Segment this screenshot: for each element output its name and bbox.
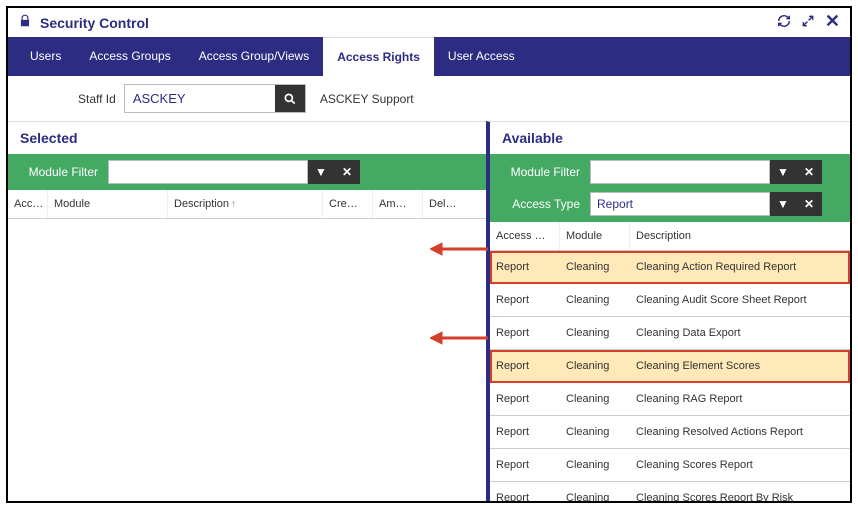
selected-filter-dropdown-button[interactable]: ▼ <box>308 160 334 184</box>
table-cell: Cleaning Data Export <box>630 317 850 349</box>
tab-users[interactable]: Users <box>16 37 75 76</box>
table-row[interactable]: ReportCleaningCleaning Scores Report <box>490 449 850 482</box>
selected-col-header[interactable]: Am… <box>373 190 423 218</box>
tab-user-access[interactable]: User Access <box>434 37 529 76</box>
table-cell: Cleaning Audit Score Sheet Report <box>630 284 850 316</box>
lock-icon <box>18 14 32 31</box>
staff-search-button[interactable] <box>275 85 305 112</box>
available-col-header[interactable]: Description <box>630 222 850 250</box>
selected-table-body <box>8 219 486 503</box>
selected-module-filter-input[interactable] <box>108 160 308 184</box>
table-cell: Report <box>490 383 560 415</box>
table-cell: Report <box>490 416 560 448</box>
available-table-header: Access …ModuleDescription <box>490 222 850 251</box>
table-cell: Report <box>490 251 560 283</box>
access-type-clear-button[interactable]: ✕ <box>796 192 822 216</box>
available-filter-dropdown-button[interactable]: ▼ <box>770 160 796 184</box>
table-row[interactable]: ReportCleaningCleaning Resolved Actions … <box>490 416 850 449</box>
available-table-body: ReportCleaningCleaning Action Required R… <box>490 251 850 503</box>
table-cell: Cleaning RAG Report <box>630 383 850 415</box>
table-cell: Report <box>490 317 560 349</box>
access-type-bar: Access Type Report ▼ ✕ <box>490 190 850 222</box>
security-control-window: Security Control ✕ UsersAccess GroupsAcc… <box>6 6 852 503</box>
selected-col-header[interactable]: Cre… <box>323 190 373 218</box>
panels: Selected Module Filter ▼ ✕ Acc…ModuleDes… <box>8 121 850 503</box>
table-cell: Cleaning <box>560 350 630 382</box>
titlebar: Security Control ✕ <box>8 8 850 37</box>
table-cell: Cleaning <box>560 383 630 415</box>
table-cell: Report <box>490 449 560 481</box>
table-cell: Cleaning Scores Report By Risk <box>630 482 850 503</box>
available-col-header[interactable]: Module <box>560 222 630 250</box>
selected-filter-clear-button[interactable]: ✕ <box>334 160 360 184</box>
staff-id-input[interactable] <box>125 85 275 112</box>
table-cell: Cleaning <box>560 284 630 316</box>
table-cell: Cleaning Scores Report <box>630 449 850 481</box>
selected-table-header: Acc…ModuleDescription↑Cre…Am…Del… <box>8 190 486 219</box>
table-row[interactable]: ReportCleaningCleaning RAG Report <box>490 383 850 416</box>
available-filter-clear-button[interactable]: ✕ <box>796 160 822 184</box>
selected-title: Selected <box>8 122 486 154</box>
staff-row: Staff Id ASCKEY Support <box>8 76 850 121</box>
available-title: Available <box>490 122 850 154</box>
table-cell: Cleaning <box>560 317 630 349</box>
table-cell: Report <box>490 482 560 503</box>
access-type-label: Access Type <box>500 197 580 211</box>
access-type-dropdown-button[interactable]: ▼ <box>770 192 796 216</box>
available-panel: Available Module Filter ▼ ✕ Access Type … <box>486 121 850 503</box>
staff-id-input-group <box>124 84 306 113</box>
tab-access-group-views[interactable]: Access Group/Views <box>185 37 324 76</box>
table-cell: Cleaning Action Required Report <box>630 251 850 283</box>
staff-id-label: Staff Id <box>78 92 116 106</box>
selected-module-filter-label: Module Filter <box>18 165 98 179</box>
table-cell: Cleaning Resolved Actions Report <box>630 416 850 448</box>
table-cell: Cleaning <box>560 416 630 448</box>
table-row[interactable]: ReportCleaningCleaning Data Export <box>490 317 850 350</box>
table-cell: Report <box>490 284 560 316</box>
access-type-input[interactable]: Report <box>590 192 770 216</box>
selected-col-header[interactable]: Description↑ <box>168 190 323 218</box>
selected-col-header[interactable]: Del… <box>423 190 473 218</box>
available-filterbar: Module Filter ▼ ✕ <box>490 154 850 190</box>
selected-filterbar: Module Filter ▼ ✕ <box>8 154 486 190</box>
expand-icon[interactable] <box>801 14 815 31</box>
table-cell: Cleaning Element Scores <box>630 350 850 382</box>
table-cell: Report <box>490 350 560 382</box>
tabbar: UsersAccess GroupsAccess Group/ViewsAcce… <box>8 37 850 76</box>
table-row[interactable]: ReportCleaningCleaning Scores Report By … <box>490 482 850 503</box>
available-module-filter-label: Module Filter <box>500 165 580 179</box>
refresh-icon[interactable] <box>777 14 791 31</box>
table-row[interactable]: ReportCleaningCleaning Audit Score Sheet… <box>490 284 850 317</box>
tab-access-groups[interactable]: Access Groups <box>75 37 184 76</box>
table-row[interactable]: ReportCleaningCleaning Element Scores <box>490 350 850 383</box>
selected-col-header[interactable]: Module <box>48 190 168 218</box>
sort-asc-icon: ↑ <box>231 199 236 210</box>
available-module-filter-input[interactable] <box>590 160 770 184</box>
table-cell: Cleaning <box>560 449 630 481</box>
selected-panel: Selected Module Filter ▼ ✕ Acc…ModuleDes… <box>8 121 486 503</box>
tab-access-rights[interactable]: Access Rights <box>323 37 434 76</box>
selected-col-header[interactable]: Acc… <box>8 190 48 218</box>
table-cell: Cleaning <box>560 251 630 283</box>
available-col-header[interactable]: Access … <box>490 222 560 250</box>
staff-display-name: ASCKEY Support <box>320 92 414 106</box>
table-row[interactable]: ReportCleaningCleaning Action Required R… <box>490 251 850 284</box>
close-icon[interactable]: ✕ <box>825 14 840 31</box>
window-title: Security Control <box>40 15 149 31</box>
table-cell: Cleaning <box>560 482 630 503</box>
